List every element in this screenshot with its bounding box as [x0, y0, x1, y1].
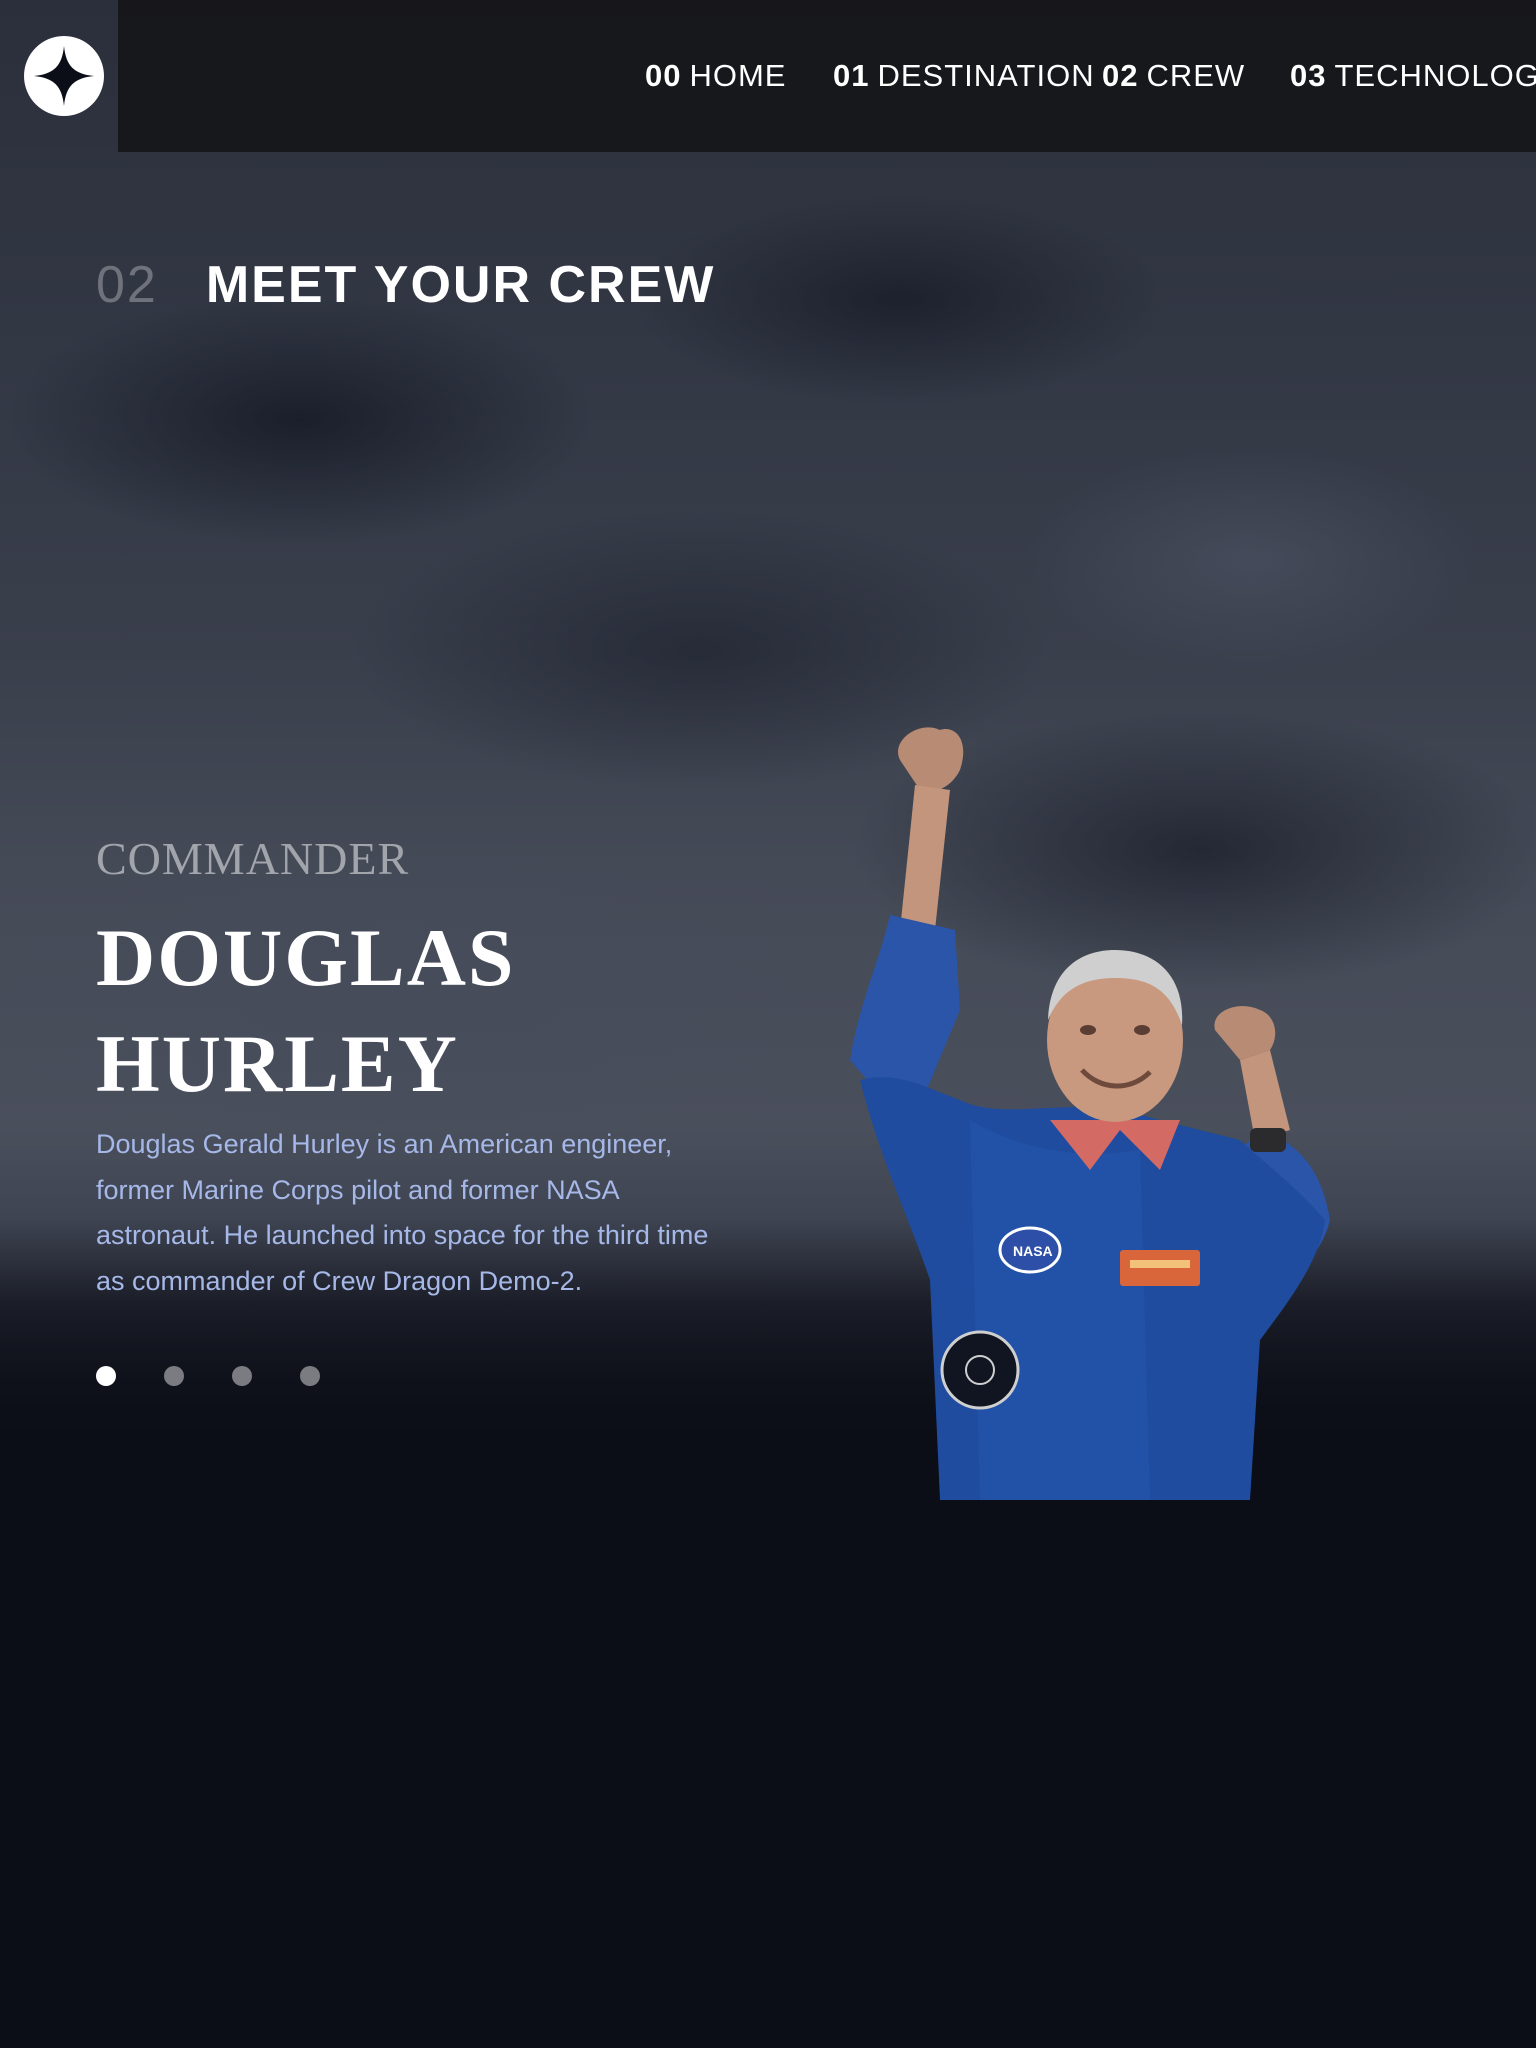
nav-item-number: 01 — [833, 58, 870, 93]
nav-item-label: HOME — [689, 58, 787, 93]
crew-member-photo: NASA — [850, 727, 1330, 1500]
crew-name: DOUGLAS HURLEY — [96, 905, 656, 1117]
main-navigation: 00 HOME 01 DESTINATION 02 CREW 03 TECHNO… — [118, 0, 1536, 152]
logo[interactable] — [24, 36, 104, 116]
crew-slider-dots — [96, 1366, 320, 1386]
slide-dot-1[interactable] — [96, 1366, 116, 1386]
nav-item-destination[interactable]: 01 DESTINATION — [833, 52, 1095, 100]
nav-item-label: CREW — [1146, 58, 1246, 93]
nav-item-crew[interactable]: 02 CREW — [1102, 52, 1245, 100]
crew-role: COMMANDER — [96, 833, 410, 884]
page-number: 02 — [96, 256, 158, 314]
crew-name-first: DOUGLAS — [96, 912, 516, 1003]
nav-item-number: 00 — [645, 58, 682, 93]
nav-item-number: 03 — [1290, 58, 1327, 93]
slide-dot-3[interactable] — [232, 1366, 252, 1386]
nav-item-number: 02 — [1102, 58, 1139, 93]
nav-item-label: DESTINATION — [877, 58, 1095, 93]
nav-item-label: TECHNOLOGY — [1334, 58, 1536, 93]
page-title: 02 MEET YOUR CREW — [96, 250, 715, 320]
slide-dot-4[interactable] — [300, 1366, 320, 1386]
page-heading-text: MEET YOUR CREW — [205, 256, 716, 314]
crew-bio: Douglas Gerald Hurley is an American eng… — [96, 1129, 709, 1296]
nav-item-technology[interactable]: 03 TECHNOLOGY — [1290, 52, 1536, 100]
star-logo-icon — [34, 46, 94, 106]
slide-dot-2[interactable] — [164, 1366, 184, 1386]
nav-item-home[interactable]: 00 HOME — [645, 52, 786, 100]
svg-text:NASA: NASA — [1013, 1243, 1053, 1259]
crew-name-last: HURLEY — [96, 1018, 459, 1109]
